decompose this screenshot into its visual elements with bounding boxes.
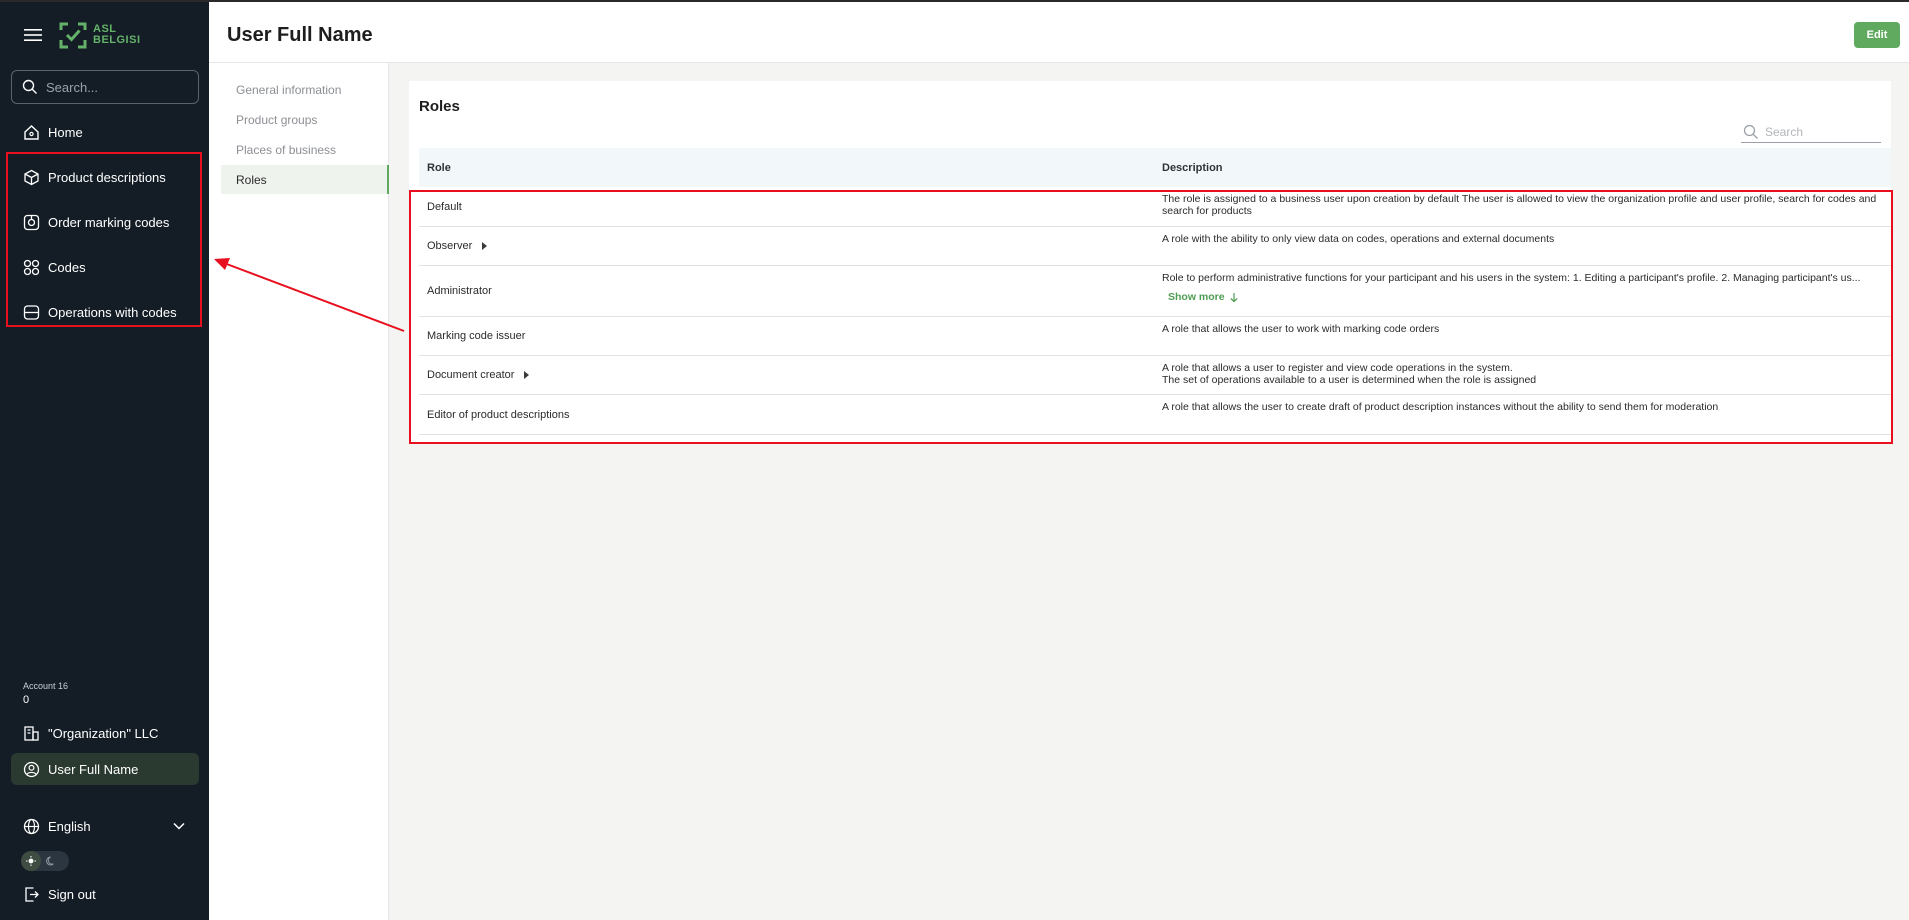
language-selector[interactable]: English xyxy=(11,810,199,842)
chevron-down-icon xyxy=(173,810,185,842)
subnav-item-places-of-business[interactable]: Places of business xyxy=(221,135,389,164)
sidebar: ASL BELGISI Home Product descriptions Or… xyxy=(0,2,209,920)
account-label: Account 16 xyxy=(23,681,69,691)
sign-out-label: Sign out xyxy=(48,886,96,902)
sidebar-item-home[interactable]: Home xyxy=(11,116,199,148)
page-header: User Full Name Edit xyxy=(209,2,1909,63)
sign-out-icon xyxy=(22,885,40,903)
sidebar-item-user[interactable]: User Full Name xyxy=(11,753,199,785)
search-icon xyxy=(22,79,37,94)
subnav-item-general-information[interactable]: General information xyxy=(221,75,389,104)
subnav-item-roles[interactable]: Roles xyxy=(221,165,389,194)
profile-subnav: General information Product groups Place… xyxy=(209,63,389,920)
brand: ASL BELGISI xyxy=(22,20,141,50)
globe-icon xyxy=(22,817,40,835)
annotation-box-table xyxy=(409,190,1893,444)
logo-text-line2: BELGISI xyxy=(93,34,141,46)
building-icon xyxy=(22,724,40,742)
user-name: User Full Name xyxy=(48,761,139,777)
sidebar-item-organization[interactable]: "Organization" LLC xyxy=(11,717,199,749)
annotation-box-sidebar xyxy=(6,152,202,327)
table-header: Role Description xyxy=(419,148,1891,187)
sidebar-search[interactable] xyxy=(11,70,199,104)
roles-search[interactable] xyxy=(1741,121,1881,143)
home-icon xyxy=(22,123,40,141)
column-header-role: Role xyxy=(427,162,451,174)
sun-icon[interactable] xyxy=(21,851,41,871)
organization-name: "Organization" LLC xyxy=(48,725,159,741)
menu-icon[interactable] xyxy=(22,24,44,46)
sidebar-search-input[interactable] xyxy=(46,79,186,95)
moon-icon[interactable] xyxy=(41,851,61,871)
page-title: User Full Name xyxy=(227,24,373,46)
roles-search-input[interactable] xyxy=(1765,124,1875,139)
language-label: English xyxy=(48,818,91,834)
search-icon xyxy=(1743,124,1758,139)
column-header-description: Description xyxy=(1162,162,1223,174)
subnav-item-product-groups[interactable]: Product groups xyxy=(221,105,389,134)
theme-toggle[interactable] xyxy=(21,851,69,871)
user-icon xyxy=(22,760,40,778)
logo-icon xyxy=(59,22,87,49)
edit-button[interactable]: Edit xyxy=(1854,22,1900,48)
sign-out-button[interactable]: Sign out xyxy=(11,878,199,910)
account-value: 0 xyxy=(23,694,30,706)
sidebar-item-label: Home xyxy=(48,124,83,140)
logo[interactable]: ASL BELGISI xyxy=(58,20,141,50)
roles-title: Roles xyxy=(419,98,460,115)
